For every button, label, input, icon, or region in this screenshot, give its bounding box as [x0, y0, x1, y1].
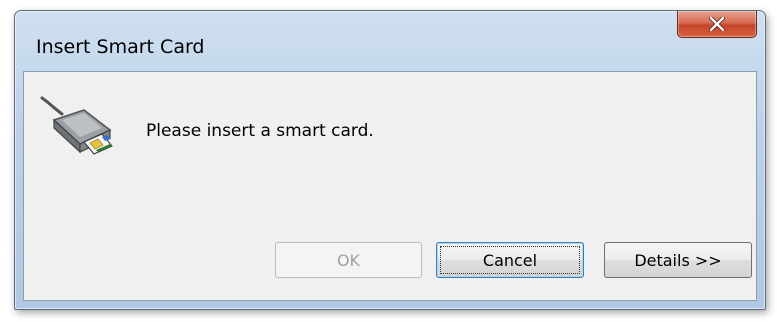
close-button[interactable]	[677, 11, 757, 38]
message-text: Please insert a smart card.	[146, 121, 374, 141]
title-bar[interactable]: Insert Smart Card	[15, 11, 765, 71]
cancel-button-label: Cancel	[482, 250, 538, 270]
ok-button-label: OK	[336, 250, 361, 270]
cancel-button[interactable]: Cancel	[436, 242, 584, 278]
details-button-label: Details >>	[634, 250, 722, 270]
ok-button[interactable]: OK	[275, 242, 422, 278]
dialog-window: Insert Smart Card Please insert a smart …	[14, 10, 766, 310]
close-icon	[709, 17, 725, 31]
smart-card-reader-icon	[40, 90, 120, 175]
details-button[interactable]: Details >>	[604, 242, 752, 278]
window-title: Insert Smart Card	[36, 36, 205, 58]
dialog-content: Please insert a smart card. OK Cancel De…	[23, 71, 757, 301]
